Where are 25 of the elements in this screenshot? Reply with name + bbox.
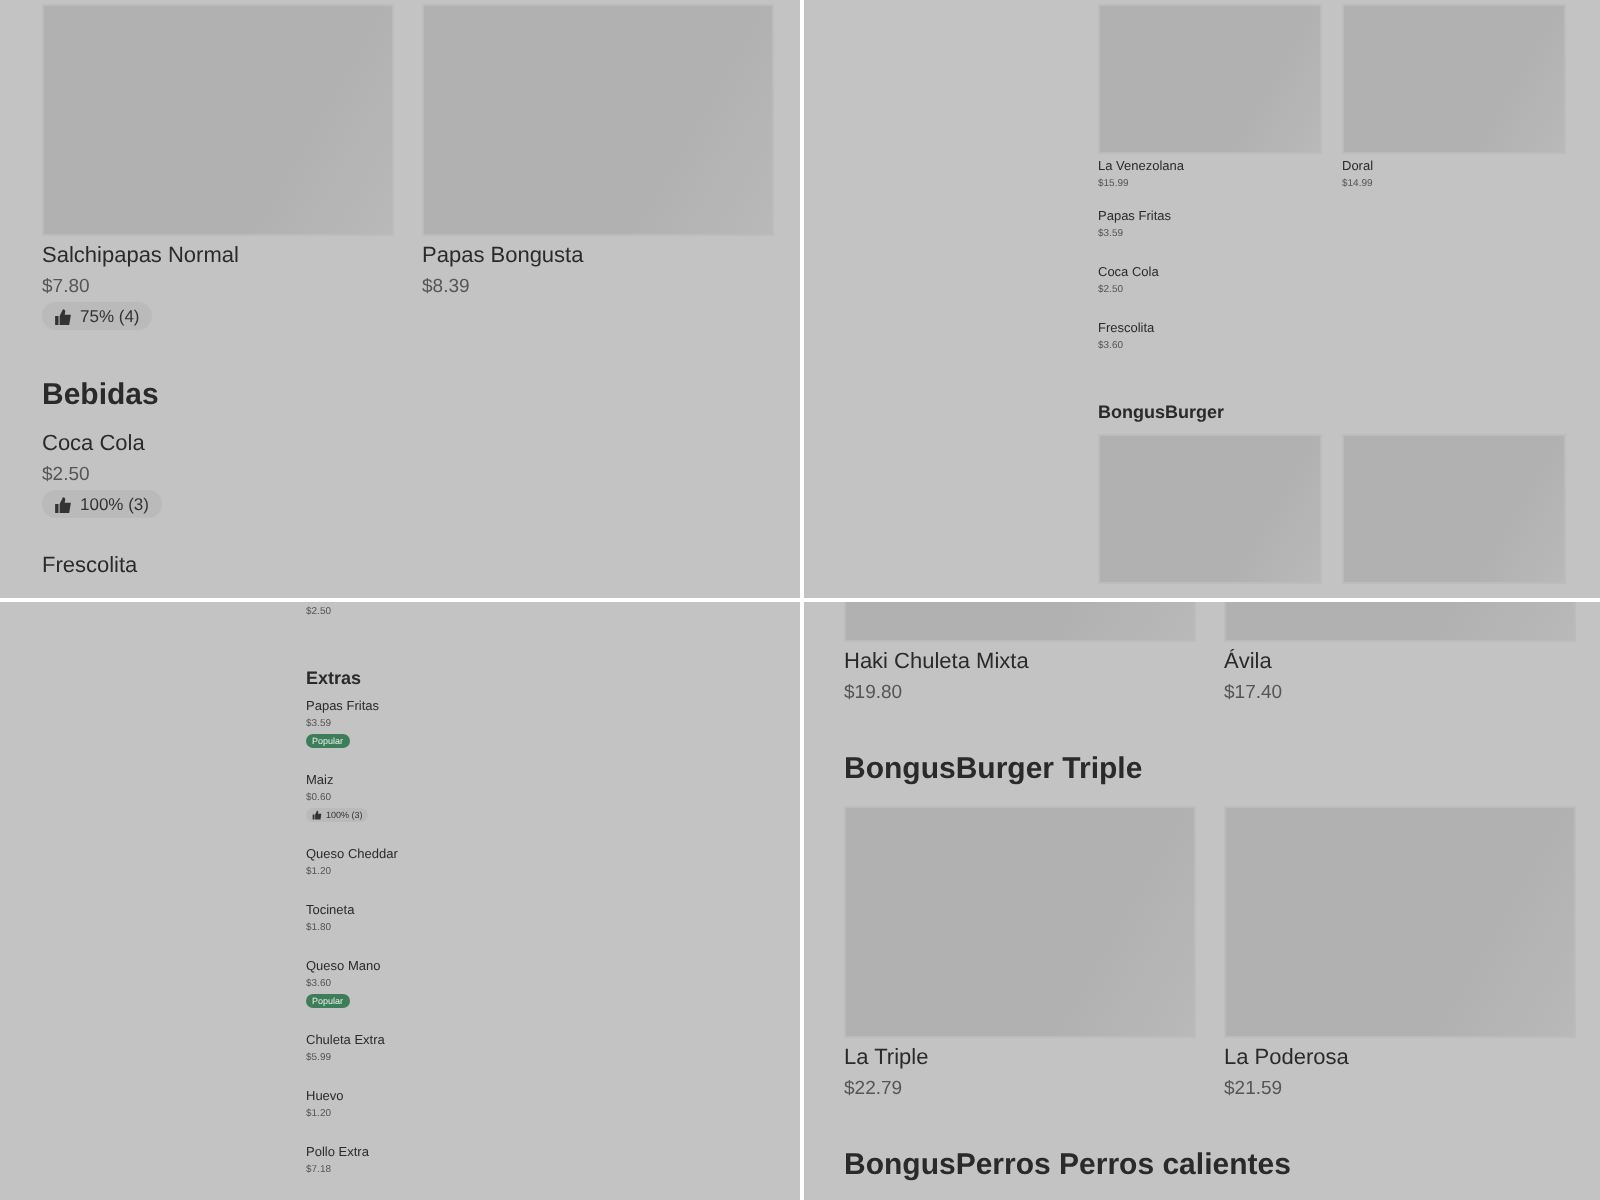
item-price: $22.79: [844, 1078, 905, 1100]
item-price: $2.50: [42, 464, 92, 486]
section-heading: Extras: [306, 668, 364, 688]
item-name[interactable]: Frescolita: [42, 554, 774, 578]
section-heading: BongusBurger: [1098, 402, 1226, 422]
section-heading: BongusBurger Triple: [844, 752, 1145, 786]
item-name[interactable]: Papas Bongusta: [422, 244, 774, 268]
item-name[interactable]: Coca Cola: [42, 432, 774, 456]
thumbs-up-icon: [54, 307, 72, 325]
thumbs-up-icon: [54, 495, 72, 513]
item-price: $8.39: [422, 276, 472, 298]
section-heading: Bebidas: [42, 378, 161, 412]
item-price: $21.59: [1224, 1078, 1285, 1100]
section-heading: BongusPerros Perros calientes: [844, 1148, 1293, 1182]
item-name[interactable]: Salchipapas Normal: [42, 244, 394, 268]
rating-badge: 75% (4): [42, 302, 152, 330]
item-name[interactable]: Ávila: [1224, 650, 1576, 674]
item-price: $19.80: [844, 682, 905, 704]
thumbs-up-icon: [312, 810, 322, 820]
item-name[interactable]: La Triple: [844, 1046, 1196, 1070]
item-name[interactable]: Haki Chuleta Mixta: [844, 650, 1196, 674]
rating-badge: 100% (3): [42, 490, 161, 518]
item-price: $17.40: [1224, 682, 1285, 704]
item-name[interactable]: La Poderosa: [1224, 1046, 1576, 1070]
item-price: $7.80: [42, 276, 92, 298]
